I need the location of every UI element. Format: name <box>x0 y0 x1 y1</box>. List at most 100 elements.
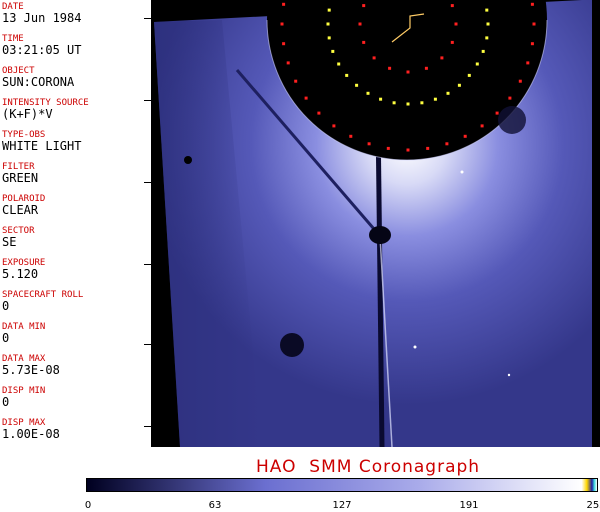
field-value: 0 <box>2 395 10 409</box>
field-value: 5.73E-08 <box>2 363 60 377</box>
marker-dot <box>304 96 308 100</box>
marker-dot <box>480 124 484 128</box>
marker-dot <box>406 102 410 106</box>
marker-dot <box>326 22 330 26</box>
colorbar-tick-label: 63 <box>208 500 222 511</box>
marker-dot <box>331 49 335 53</box>
marker-dot <box>337 62 341 66</box>
marker-dot <box>392 101 396 105</box>
field-data-min: DATA MIN 0 <box>2 322 150 345</box>
header-info-panel: DATE 13 Jun 1984 TIME 03:21:05 UT OBJECT SUN:… <box>0 0 152 447</box>
field-value: WHITE LIGHT <box>2 139 82 153</box>
field-spacecraft-roll: SPACECRAFT ROLL 0 <box>2 290 150 313</box>
marker-dot <box>457 83 461 87</box>
field-value: (K+F)*V <box>2 107 53 121</box>
field-label: SPACECRAFT ROLL <box>2 290 84 300</box>
marker-dot <box>433 97 437 101</box>
axis-tick <box>144 100 152 101</box>
pylon-blob <box>369 226 391 244</box>
marker-dot <box>450 40 454 44</box>
marker-dot <box>526 61 530 65</box>
marker-dot <box>486 22 490 26</box>
field-label: DATA MIN <box>2 322 46 332</box>
axis-tick <box>144 182 152 183</box>
field-value: 0 <box>2 331 10 345</box>
marker-dot <box>485 8 489 12</box>
footer-title: HAO SMM Coronagraph <box>256 457 481 477</box>
marker-dot <box>495 111 499 115</box>
marker-dot <box>532 22 536 26</box>
marker-dot <box>445 142 449 146</box>
marker-dot <box>508 96 512 100</box>
field-value: CLEAR <box>2 203 39 217</box>
marker-dot <box>327 8 331 12</box>
field-filter: FILTER GREEN <box>2 162 150 185</box>
marker-dot <box>367 142 371 146</box>
field-value: 0 <box>2 299 10 313</box>
colorbar <box>86 478 598 492</box>
field-type-obs: TYPE-OBS WHITE LIGHT <box>2 130 150 153</box>
marker-dot <box>366 91 370 95</box>
marker-dot <box>424 66 428 70</box>
marker-dot <box>280 22 284 26</box>
marker-dot <box>530 42 534 46</box>
field-value: 13 Jun 1984 <box>2 11 82 25</box>
marker-dot <box>358 22 362 26</box>
field-value: SE <box>2 235 17 249</box>
field-value: SUN:CORONA <box>2 75 75 89</box>
field-object: OBJECT SUN:CORONA <box>2 66 150 89</box>
marker-dot <box>406 70 410 74</box>
marker-dot <box>355 83 359 87</box>
field-polaroid: POLAROID CLEAR <box>2 194 150 217</box>
field-time: TIME 03:21:05 UT <box>2 34 150 57</box>
marker-dot <box>317 111 321 115</box>
dust-spot <box>280 333 304 357</box>
axis-tick <box>144 18 152 19</box>
marker-dot <box>327 36 331 40</box>
marker-dot <box>481 49 485 53</box>
field-disp-min: DISP MIN 0 <box>2 386 150 409</box>
marker-dot <box>388 66 392 70</box>
marker-dot <box>530 2 534 6</box>
marker-dot <box>406 148 410 152</box>
field-date: DATE 13 Jun 1984 <box>2 2 150 25</box>
marker-dot <box>379 97 383 101</box>
marker-dot <box>286 61 290 65</box>
field-intensity-source: INTENSITY SOURCE (K+F)*V <box>2 98 150 121</box>
field-value: GREEN <box>2 171 39 185</box>
colorbar-tick-label: 191 <box>459 500 479 511</box>
field-value: 5.120 <box>2 267 39 281</box>
field-value: 03:21:05 UT <box>2 43 82 57</box>
marker-dot <box>282 2 286 6</box>
colorbar-tick-label: 255 <box>586 500 600 511</box>
marker-dot <box>426 146 430 150</box>
marker-dot <box>440 56 444 60</box>
field-value: 1.00E-08 <box>2 427 60 441</box>
marker-dot <box>294 79 298 83</box>
marker-dot <box>463 134 467 138</box>
field-label: DISP MIN <box>2 386 46 396</box>
marker-dot <box>332 124 336 128</box>
axis-tick <box>144 344 152 345</box>
marker-dot <box>362 40 366 44</box>
marker-dot <box>362 4 366 8</box>
corona-svg <box>154 0 600 447</box>
marker-dot <box>420 101 424 105</box>
marker-dot <box>475 62 479 66</box>
marker-dot <box>450 4 454 8</box>
marker-dot <box>467 73 471 77</box>
marker-dot <box>454 22 458 26</box>
marker-dot <box>282 42 286 46</box>
axis-tick <box>144 264 152 265</box>
axis-tick <box>144 426 152 427</box>
field-label: SECTOR <box>2 226 35 236</box>
field-sector: SECTOR SE <box>2 226 150 249</box>
field-disp-max: DISP MAX 1.00E-08 <box>2 418 150 441</box>
marker-dot <box>518 79 522 83</box>
field-data-max: DATA MAX 5.73E-08 <box>2 354 150 377</box>
marker-dot <box>345 73 349 77</box>
marker-dot <box>386 146 390 150</box>
colorbar-tick-label: 0 <box>84 500 92 511</box>
colorbar-tick-label: 127 <box>332 500 352 511</box>
field-exposure: EXPOSURE 5.120 <box>2 258 150 281</box>
